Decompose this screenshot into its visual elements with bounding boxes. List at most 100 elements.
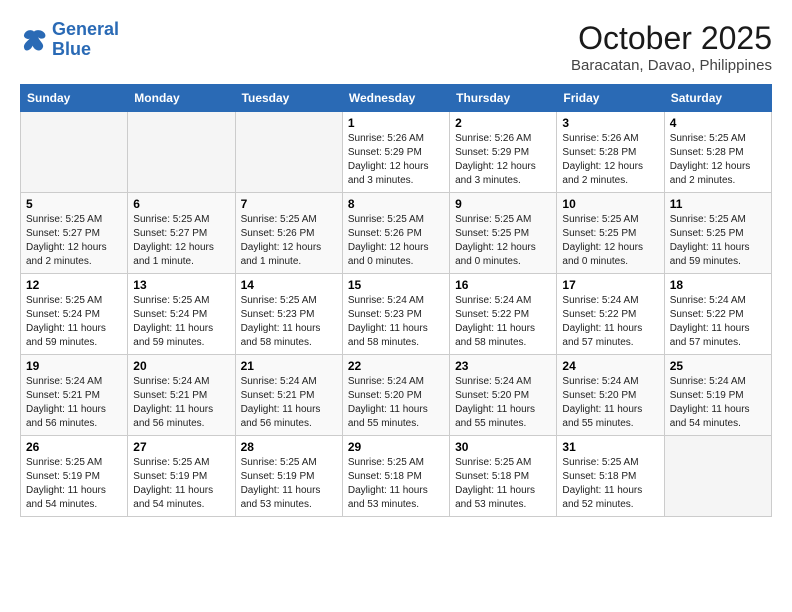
day-detail: Sunrise: 5:24 AMSunset: 5:20 PMDaylight:… [348,375,444,431]
calendar-week-1: 1 Sunrise: 5:26 AMSunset: 5:29 PMDaylight… [21,112,772,193]
calendar-cell: 3Sunrise: 5:26 AMSunset: 5:28 PMDaylight… [557,112,664,193]
calendar-cell: 25 Sunrise: 5:24 AMSunset: 5:19 PMDayligh… [664,355,771,436]
location-title: Baracatan, Davao, Philippines [571,57,772,74]
day-number: 8 [348,197,444,211]
day-detail: Sunrise: 5:25 AMSunset: 5:19 PMDaylight:… [26,456,122,512]
logo: General Blue [20,20,119,60]
calendar-cell [128,112,235,193]
day-detail: Sunrise: 5:25 AMSunset: 5:23 PMDaylight:… [241,294,337,350]
calendar-cell: 27 Sunrise: 5:25 AMSunset: 5:19 PMDayligh… [128,436,235,517]
calendar-cell: 8 Sunrise: 5:25 AMSunset: 5:26 PMDaylight… [342,193,449,274]
header: General Blue October 2025 Baracatan, Dav… [20,20,772,74]
calendar-cell: 5 Sunrise: 5:25 AMSunset: 5:27 PMDaylight… [21,193,128,274]
day-detail: Sunrise: 5:24 AMSunset: 5:21 PMDaylight:… [133,375,229,431]
day-number: 5 [26,197,122,211]
calendar-cell: 18 Sunrise: 5:24 AMSunset: 5:22 PMDayligh… [664,274,771,355]
weekday-header-tuesday: Tuesday [235,85,342,112]
calendar-cell: 21Sunrise: 5:24 AMSunset: 5:21 PMDayligh… [235,355,342,436]
month-title: October 2025 [571,20,772,57]
day-number: 14 [241,278,337,292]
calendar-cell: 1 Sunrise: 5:26 AMSunset: 5:29 PMDaylight… [342,112,449,193]
calendar-week-4: 19 Sunrise: 5:24 AMSunset: 5:21 PMDayligh… [21,355,772,436]
day-number: 10 [562,197,658,211]
calendar-cell: 15Sunrise: 5:24 AMSunset: 5:23 PMDayligh… [342,274,449,355]
day-number: 19 [26,359,122,373]
calendar-cell: 28Sunrise: 5:25 AMSunset: 5:19 PMDayligh… [235,436,342,517]
calendar-cell: 10 Sunrise: 5:25 AMSunset: 5:25 PMDayligh… [557,193,664,274]
day-detail: Sunrise: 5:24 AMSunset: 5:22 PMDaylight:… [670,294,766,350]
day-number: 7 [241,197,337,211]
day-detail: Sunrise: 5:25 AMSunset: 5:26 PMDaylight:… [348,213,444,269]
day-detail: Sunrise: 5:25 AMSunset: 5:18 PMDaylight:… [455,456,551,512]
calendar-body: 1 Sunrise: 5:26 AMSunset: 5:29 PMDaylight… [21,112,772,517]
calendar-cell: 31 Sunrise: 5:25 AMSunset: 5:18 PMDayligh… [557,436,664,517]
day-detail: Sunrise: 5:25 AMSunset: 5:18 PMDaylight:… [562,456,658,512]
calendar-cell [21,112,128,193]
day-number: 26 [26,440,122,454]
day-number: 25 [670,359,766,373]
day-number: 12 [26,278,122,292]
day-detail: Sunrise: 5:24 AMSunset: 5:19 PMDaylight:… [670,375,766,431]
day-number: 22 [348,359,444,373]
day-detail: Sunrise: 5:26 AMSunset: 5:29 PMDaylight:… [455,132,551,188]
day-detail: Sunrise: 5:25 AMSunset: 5:19 PMDaylight:… [133,456,229,512]
day-number: 1 [348,116,444,130]
day-number: 2 [455,116,551,130]
day-number: 23 [455,359,551,373]
calendar-cell: 26 Sunrise: 5:25 AMSunset: 5:19 PMDayligh… [21,436,128,517]
day-number: 17 [562,278,658,292]
day-number: 30 [455,440,551,454]
day-number: 31 [562,440,658,454]
day-number: 4 [670,116,766,130]
calendar-cell: 4 Sunrise: 5:25 AMSunset: 5:28 PMDaylight… [664,112,771,193]
day-detail: Sunrise: 5:25 AMSunset: 5:28 PMDaylight:… [670,132,766,188]
day-number: 24 [562,359,658,373]
logo-icon [20,26,48,54]
day-number: 27 [133,440,229,454]
calendar-cell [664,436,771,517]
day-number: 16 [455,278,551,292]
weekday-header-row: SundayMondayTuesdayWednesdayThursdayFrid… [21,85,772,112]
day-detail: Sunrise: 5:25 AMSunset: 5:18 PMDaylight:… [348,456,444,512]
day-number: 3 [562,116,658,130]
calendar-cell: 30 Sunrise: 5:25 AMSunset: 5:18 PMDayligh… [450,436,557,517]
calendar-cell: 19 Sunrise: 5:24 AMSunset: 5:21 PMDayligh… [21,355,128,436]
calendar-cell: 20 Sunrise: 5:24 AMSunset: 5:21 PMDayligh… [128,355,235,436]
day-number: 6 [133,197,229,211]
day-detail: Sunrise: 5:25 AMSunset: 5:25 PMDaylight:… [670,213,766,269]
calendar-week-5: 26 Sunrise: 5:25 AMSunset: 5:19 PMDayligh… [21,436,772,517]
day-detail: Sunrise: 5:24 AMSunset: 5:22 PMDaylight:… [562,294,658,350]
weekday-header-wednesday: Wednesday [342,85,449,112]
calendar-week-3: 12 Sunrise: 5:25 AMSunset: 5:24 PMDayligh… [21,274,772,355]
day-detail: Sunrise: 5:25 AMSunset: 5:27 PMDaylight:… [26,213,122,269]
day-number: 21 [241,359,337,373]
calendar: SundayMondayTuesdayWednesdayThursdayFrid… [20,84,772,517]
day-number: 29 [348,440,444,454]
day-detail: Sunrise: 5:25 AMSunset: 5:19 PMDaylight:… [241,456,337,512]
calendar-cell: 14 Sunrise: 5:25 AMSunset: 5:23 PMDayligh… [235,274,342,355]
calendar-cell: 16Sunrise: 5:24 AMSunset: 5:22 PMDayligh… [450,274,557,355]
day-number: 20 [133,359,229,373]
day-detail: Sunrise: 5:25 AMSunset: 5:24 PMDaylight:… [26,294,122,350]
weekday-header-monday: Monday [128,85,235,112]
weekday-header-friday: Friday [557,85,664,112]
calendar-cell [235,112,342,193]
day-detail: Sunrise: 5:24 AMSunset: 5:21 PMDaylight:… [26,375,122,431]
weekday-header-sunday: Sunday [21,85,128,112]
weekday-header-thursday: Thursday [450,85,557,112]
calendar-cell: 6Sunrise: 5:25 AMSunset: 5:27 PMDaylight… [128,193,235,274]
day-number: 18 [670,278,766,292]
calendar-cell: 9Sunrise: 5:25 AMSunset: 5:25 PMDaylight… [450,193,557,274]
day-number: 11 [670,197,766,211]
day-detail: Sunrise: 5:25 AMSunset: 5:26 PMDaylight:… [241,213,337,269]
calendar-cell: 17 Sunrise: 5:24 AMSunset: 5:22 PMDayligh… [557,274,664,355]
day-detail: Sunrise: 5:26 AMSunset: 5:29 PMDaylight:… [348,132,444,188]
calendar-cell: 12 Sunrise: 5:25 AMSunset: 5:24 PMDayligh… [21,274,128,355]
calendar-week-2: 5 Sunrise: 5:25 AMSunset: 5:27 PMDaylight… [21,193,772,274]
day-detail: Sunrise: 5:24 AMSunset: 5:20 PMDaylight:… [562,375,658,431]
calendar-cell: 24 Sunrise: 5:24 AMSunset: 5:20 PMDayligh… [557,355,664,436]
calendar-cell: 22 Sunrise: 5:24 AMSunset: 5:20 PMDayligh… [342,355,449,436]
calendar-cell: 13Sunrise: 5:25 AMSunset: 5:24 PMDayligh… [128,274,235,355]
day-detail: Sunrise: 5:25 AMSunset: 5:25 PMDaylight:… [562,213,658,269]
logo-text: General Blue [52,20,119,60]
